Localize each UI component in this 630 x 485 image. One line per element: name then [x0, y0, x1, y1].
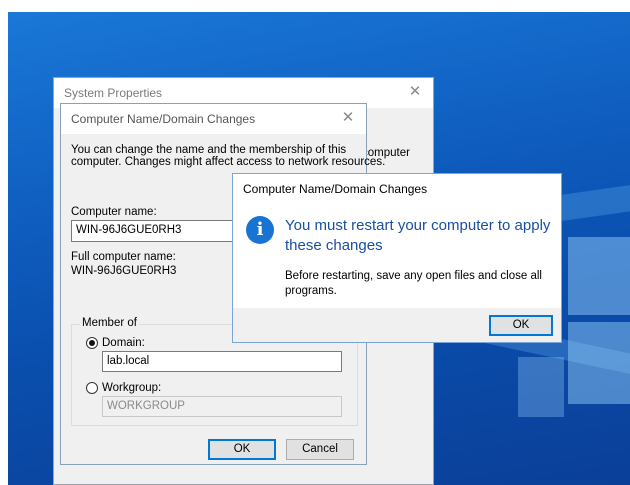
message-dialog-footer: OK: [233, 308, 561, 342]
message-body-line: programs.: [285, 285, 337, 297]
wallpaper-window-pane: [568, 322, 630, 404]
message-body: Before restarting, save any open files a…: [285, 269, 555, 299]
ok-button[interactable]: OK: [208, 439, 276, 460]
message-dialog-title: Computer Name/Domain Changes: [243, 182, 428, 196]
message-dialog-titlebar[interactable]: Computer Name/Domain Changes: [233, 174, 561, 202]
cancel-button[interactable]: Cancel: [286, 439, 354, 460]
computer-name-label: Computer name:: [71, 206, 157, 218]
domain-label: Domain:: [102, 337, 145, 349]
main-instruction: You must restart your computer to apply …: [285, 216, 555, 256]
description-line: computer. Changes might affect access to…: [71, 156, 386, 168]
info-icon: i: [246, 216, 274, 244]
restart-message-dialog: Computer Name/Domain Changes i You must …: [232, 173, 562, 343]
member-of-label: Member of: [80, 317, 139, 329]
workgroup-radio[interactable]: [86, 382, 98, 394]
wallpaper-window-pane: [568, 237, 630, 315]
main-instruction-line: these changes: [285, 237, 383, 254]
close-icon[interactable]: ✕: [330, 104, 366, 134]
workgroup-label: Workgroup:: [102, 382, 162, 394]
close-icon[interactable]: ✕: [397, 78, 433, 108]
full-computer-name-label: Full computer name:: [71, 251, 176, 263]
computer-name-dialog-title: Computer Name/Domain Changes: [71, 112, 256, 126]
system-properties-title: System Properties: [64, 86, 163, 100]
screen: System Properties ✕ computer Computer Na…: [0, 0, 630, 485]
full-computer-name-value: WIN-96J6GUE0RH3: [71, 265, 177, 277]
domain-radio[interactable]: [86, 337, 98, 349]
domain-input[interactable]: lab.local: [102, 351, 342, 372]
computer-name-dialog-titlebar[interactable]: Computer Name/Domain Changes ✕: [61, 104, 366, 134]
wallpaper-window-pane: [518, 357, 564, 417]
workgroup-input: WORKGROUP: [102, 396, 342, 417]
ok-button[interactable]: OK: [489, 315, 553, 336]
message-body-line: Before restarting, save any open files a…: [285, 270, 542, 282]
main-instruction-line: You must restart your computer to apply: [285, 217, 551, 234]
